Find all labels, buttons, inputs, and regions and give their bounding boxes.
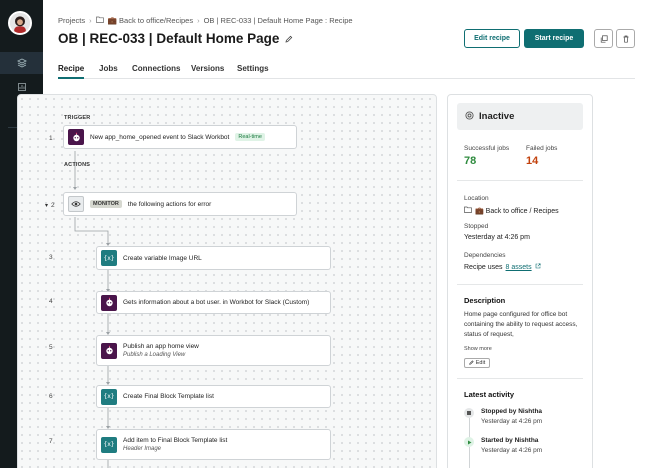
location-value[interactable]: 💼 Back to office / Recipes — [475, 207, 559, 215]
stop-icon — [464, 408, 474, 418]
page-title: OB | REC-033 | Default Home Page — [58, 31, 280, 46]
description-edit-button[interactable]: Edit — [464, 358, 490, 368]
recipe-canvas[interactable]: TRIGGER 1 New app_home_opened event to S… — [17, 94, 437, 468]
folder-icon — [95, 16, 104, 25]
step-subtext: Header Image — [123, 446, 162, 452]
slack-bot-icon — [101, 294, 117, 311]
trash-icon — [622, 30, 630, 48]
failed-jobs-value[interactable]: 14 — [526, 155, 538, 167]
breadcrumb-current: OB | REC-033 | Default Home Page : Recip… — [203, 16, 353, 25]
step-number: 3 — [49, 254, 53, 261]
play-icon — [464, 437, 474, 447]
activity-time: Yesterday at 4:26 pm — [481, 418, 543, 425]
step-card-bot-info[interactable]: Gets information about a bot user. in Wo… — [96, 291, 331, 314]
realtime-badge: Real-time — [235, 133, 265, 141]
chevron-right-icon: › — [89, 16, 92, 25]
dependencies-row: Recipe uses 8 assets — [464, 263, 541, 271]
step-text: New app_home_opened event to Slack Workb… — [90, 133, 230, 141]
tab-versions[interactable]: Versions — [191, 64, 224, 73]
description-text: Home page configured for office bot cont… — [464, 311, 578, 338]
folder-icon — [464, 206, 472, 215]
activity-timeline-line — [469, 418, 470, 438]
step-text-group: Publish an app home view Publish a Loadi… — [123, 343, 199, 358]
slack-bot-icon — [68, 129, 84, 145]
step-card-monitor[interactable]: MONITOR the following actions for error — [63, 192, 297, 216]
pencil-icon[interactable] — [285, 31, 293, 46]
stopped-value: Yesterday at 4:26 pm — [464, 234, 530, 241]
dependencies-label: Dependencies — [464, 252, 506, 259]
status-header: Inactive — [457, 103, 583, 130]
start-recipe-button[interactable]: Start recipe — [524, 29, 584, 48]
activity-time: Yesterday at 4:26 pm — [481, 447, 543, 454]
step-number: 6 — [49, 393, 53, 400]
monitor-badge: MONITOR — [90, 200, 122, 208]
panel-divider — [457, 284, 583, 285]
copy-button[interactable] — [594, 29, 613, 48]
chevron-right-icon: › — [197, 16, 200, 25]
location-label: Location — [464, 195, 489, 202]
step-card-add-item[interactable]: {x} Add item to Final Block Template lis… — [96, 429, 331, 460]
step-number: 2 — [51, 202, 55, 209]
stopped-label: Stopped — [464, 223, 489, 230]
dependencies-prefix: Recipe uses — [464, 263, 503, 271]
step-card-create-list[interactable]: {x} Create Final Block Template list — [96, 385, 331, 408]
delete-button[interactable] — [616, 29, 635, 48]
avatar[interactable] — [8, 11, 32, 35]
step-card-variable[interactable]: {x} Create variable Image URL — [96, 246, 331, 270]
step-text: Create Final Block Template list — [123, 393, 214, 400]
step-card-publish[interactable]: Publish an app home view Publish a Loadi… — [96, 335, 331, 366]
step-text: the following actions for error — [127, 200, 212, 208]
dependencies-link[interactable]: 8 assets — [506, 264, 532, 271]
breadcrumb-projects[interactable]: Projects — [58, 16, 85, 25]
page-title-row: OB | REC-033 | Default Home Page — [58, 31, 293, 46]
panel-divider — [457, 378, 583, 379]
status-icon — [465, 110, 474, 123]
flow-connectors — [73, 151, 110, 468]
step-number: 5 — [49, 344, 53, 351]
edit-recipe-button[interactable]: Edit recipe — [464, 29, 520, 48]
status-text: Inactive — [479, 111, 515, 122]
tab-recipe[interactable]: Recipe — [58, 64, 85, 79]
location-row: 💼 Back to office / Recipes — [464, 206, 559, 215]
slack-bot-icon — [101, 342, 117, 359]
step-number: 4 — [49, 298, 53, 305]
monitor-eye-icon — [68, 196, 84, 212]
collapse-caret-icon[interactable]: ▾ — [45, 202, 48, 209]
step-text: Add item to Final Block Template list — [123, 437, 228, 444]
step-number: 1 — [49, 135, 53, 142]
step-card-trigger[interactable]: New app_home_opened event to Slack Workb… — [63, 125, 297, 149]
pencil-icon — [468, 359, 474, 367]
step-subtext: Publish a Loading View — [123, 352, 186, 358]
external-link-icon — [535, 263, 541, 271]
tab-bar: Recipe Jobs Connections Versions Setting… — [58, 62, 635, 79]
variable-icon: {x} — [101, 388, 117, 405]
activity-title: Stopped by Nishtha — [481, 408, 543, 415]
breadcrumb-folder[interactable]: 💼 Back to office/Recipes — [108, 16, 194, 25]
tab-jobs[interactable]: Jobs — [99, 64, 118, 73]
step-number: 7 — [49, 438, 53, 445]
show-more-link[interactable]: Show more — [464, 346, 492, 352]
trigger-label: TRIGGER — [64, 115, 91, 121]
variable-icon: {x} — [101, 250, 117, 266]
edit-label: Edit — [475, 360, 486, 366]
latest-activity-label: Latest activity — [464, 390, 515, 399]
recipes-nav-icon[interactable] — [0, 52, 43, 74]
tab-settings[interactable]: Settings — [237, 64, 269, 73]
panel-divider — [457, 180, 583, 181]
step-text: Create variable Image URL — [123, 254, 202, 262]
step-text-group: Add item to Final Block Template list He… — [123, 437, 227, 452]
successful-jobs-label: Successful jobs — [464, 145, 510, 152]
actions-label: ACTIONS — [64, 162, 91, 168]
successful-jobs-value[interactable]: 78 — [464, 155, 476, 167]
activity-timeline-line — [469, 447, 470, 468]
step-text: Publish an app home view — [123, 343, 199, 350]
variable-icon: {x} — [101, 436, 117, 453]
step-text: Gets information about a bot user. in Wo… — [123, 299, 310, 306]
failed-jobs-label: Failed jobs — [526, 145, 558, 152]
description-label: Description — [464, 296, 506, 305]
tab-connections[interactable]: Connections — [132, 64, 180, 73]
breadcrumb: Projects › 💼 Back to office/Recipes › OB… — [58, 16, 353, 25]
copy-icon — [600, 30, 608, 48]
activity-title: Started by Nishtha — [481, 437, 539, 444]
